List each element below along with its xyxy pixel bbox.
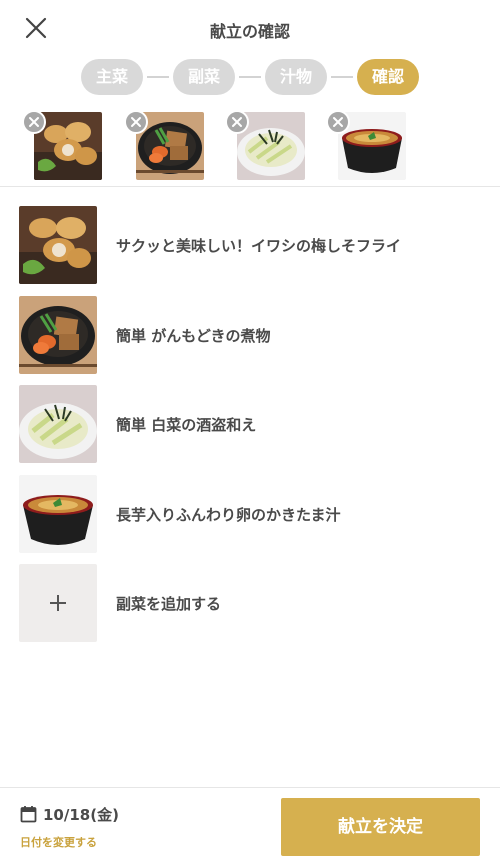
remove-ganmodoki-button[interactable] (124, 110, 148, 134)
add-side-dish-button[interactable] (19, 564, 97, 642)
step-main-dish[interactable]: 主菜 (81, 59, 143, 95)
dish-image (19, 206, 97, 284)
step-confirm[interactable]: 確認 (357, 59, 419, 95)
step-connector (147, 76, 169, 78)
add-side-dish-row[interactable]: 副菜を追加する (0, 564, 500, 642)
step-indicator: 主菜 副菜 汁物 確認 (0, 59, 500, 95)
header: 献立の確認 (0, 0, 500, 56)
change-date-link[interactable]: 日付を変更する (20, 834, 97, 850)
list-item[interactable]: 簡単 がんもどきの煮物 (0, 296, 500, 374)
page-title: 献立の確認 (209, 22, 290, 41)
divider (0, 186, 500, 187)
dish-name: 簡単 白菜の酒盗和え (116, 416, 257, 434)
remove-icon[interactable] (332, 116, 344, 128)
dish-name: 簡単 がんもどきの煮物 (116, 327, 271, 345)
remove-sardine-fry-button[interactable] (22, 110, 46, 134)
step-connector (331, 76, 353, 78)
dish-name: サクッと美味しい！イワシの梅しそフライ (116, 237, 402, 255)
remove-napa-cabbage-button[interactable] (225, 110, 249, 134)
remove-icon[interactable] (28, 116, 40, 128)
dish-image (19, 296, 97, 374)
dish-image (19, 385, 97, 463)
remove-icon[interactable] (130, 116, 142, 128)
list-item[interactable]: 簡単 白菜の酒盗和え (0, 385, 500, 463)
selected-date: 10/18(金) (43, 806, 119, 824)
remove-egg-soup-button[interactable] (326, 110, 350, 134)
remove-icon[interactable] (231, 116, 243, 128)
step-side-dish[interactable]: 副菜 (173, 59, 235, 95)
step-soup[interactable]: 汁物 (265, 59, 327, 95)
selected-dishes (0, 110, 500, 184)
step-connector (239, 76, 261, 78)
decide-menu-button[interactable]: 献立を決定 (281, 798, 480, 856)
list-item[interactable]: 長芋入りふんわり卵のかきたま汁 (0, 475, 500, 553)
list-item[interactable]: サクッと美味しい！イワシの梅しそフライ (0, 206, 500, 284)
dish-image (19, 475, 97, 553)
dish-name: 長芋入りふんわり卵のかきたま汁 (116, 506, 341, 524)
add-side-dish-label: 副菜を追加する (116, 595, 222, 613)
calendar-icon (20, 806, 37, 823)
footer: 10/18(金) 日付を変更する 献立を決定 (0, 787, 500, 866)
